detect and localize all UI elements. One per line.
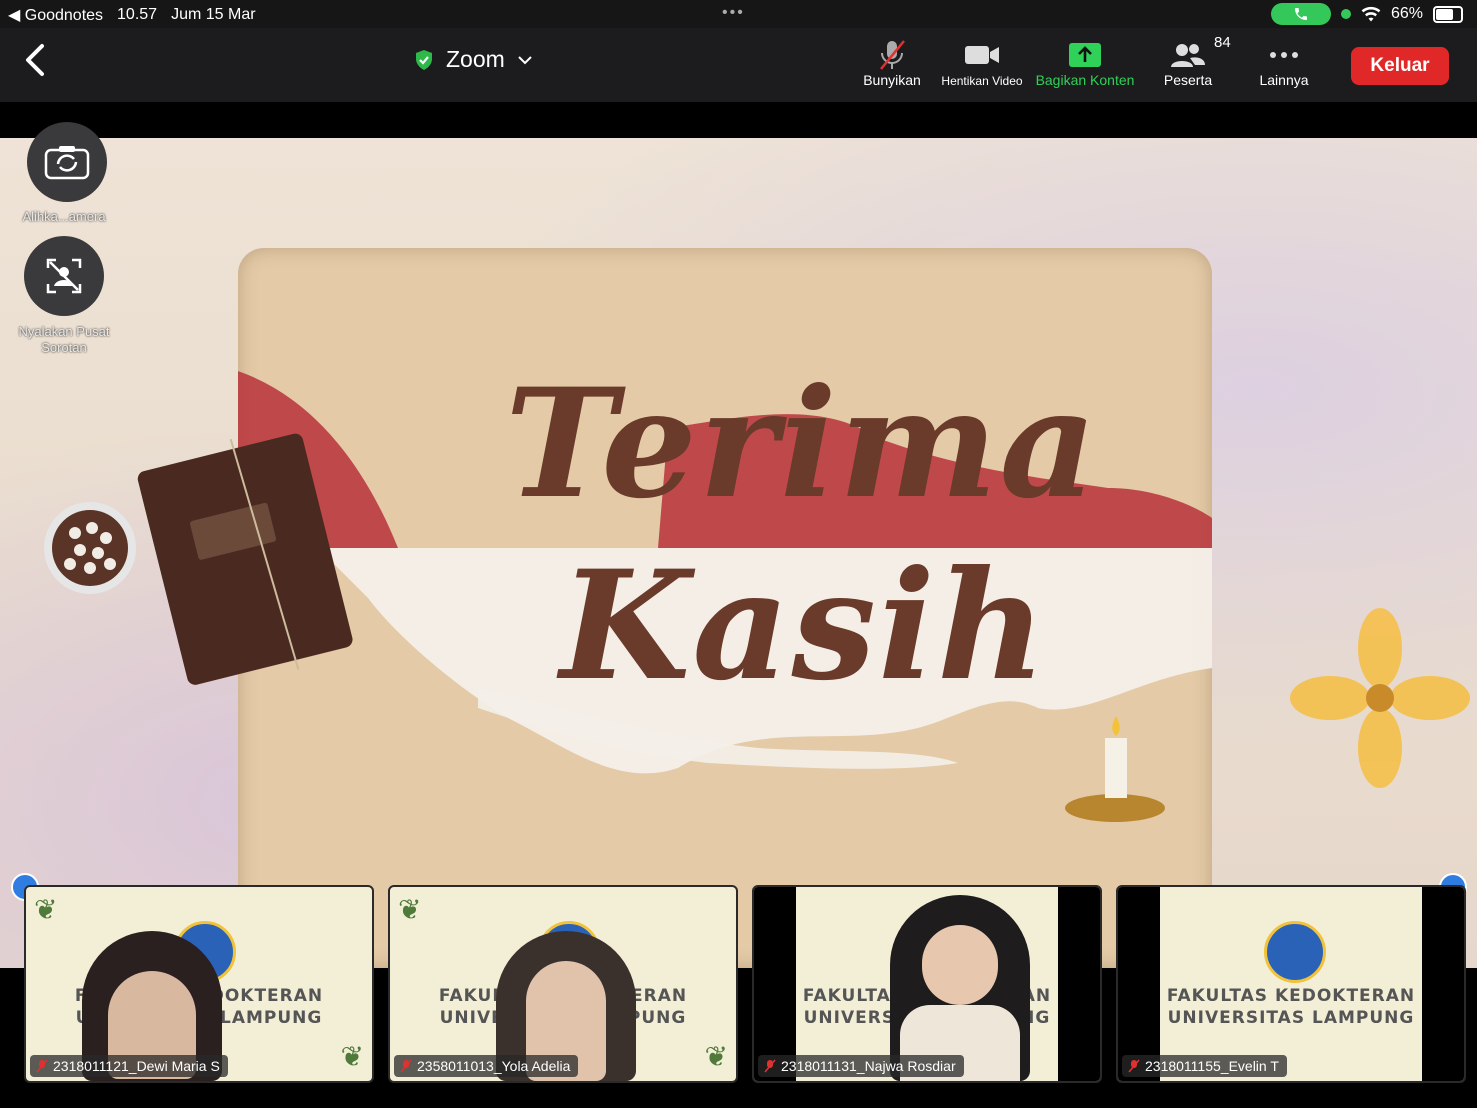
unmute-label: Bunyikan <box>863 72 921 88</box>
participant-video <box>890 895 1030 1081</box>
stop-video-button[interactable]: Hentikan Video <box>934 38 1030 96</box>
background-banner: FAKULTAS KEDOKTERANUNIVERSITAS LAMPUNG <box>1166 986 1416 1028</box>
letterbox-left <box>754 887 796 1081</box>
meeting-toolbar: Bunyikan Hentikan Video Bagikan Konten 8… <box>850 34 1332 96</box>
mic-muted-icon <box>764 1059 776 1073</box>
shared-slide: Terima Kasih <box>0 138 1477 968</box>
leaf-decoration-icon: ❦ <box>34 894 58 925</box>
participant-strip: ❦ ❦ FAKULTAS KEDOKTERANUNIVERSITAS LAMPU… <box>24 885 1466 1083</box>
participant-name: 2318011155_Evelin T <box>1145 1058 1279 1074</box>
switch-camera-button[interactable] <box>27 122 107 202</box>
spotlight-label: Nyalakan Pusat Sorotan <box>18 324 110 355</box>
active-call-pill[interactable] <box>1270 3 1331 25</box>
camera-in-use-indicator <box>1340 9 1351 19</box>
mic-muted-icon <box>880 40 905 70</box>
participants-count: 84 <box>1214 34 1231 51</box>
chevron-down-icon <box>518 55 532 64</box>
more-label: Lainnya <box>1259 72 1309 88</box>
share-content-label: Bagikan Konten <box>1035 72 1135 88</box>
participant-tile[interactable]: ❦ ❦ FAKULTAS KEDOKTERANUNIVERSITAS LAMPU… <box>388 885 738 1083</box>
slide-title-line-2: Kasih <box>560 538 1049 714</box>
spotlight-off-icon <box>46 258 82 294</box>
more-dots-icon <box>1270 52 1298 58</box>
spotlight-button[interactable] <box>24 236 104 316</box>
shield-check-icon <box>416 49 432 70</box>
switch-camera-label: Alihka...amera <box>22 209 106 224</box>
battery-icon <box>1433 5 1463 23</box>
participant-name-tag: 2318011155_Evelin T <box>1122 1055 1287 1077</box>
flower-decoration <box>1290 608 1470 788</box>
leaf-decoration-icon: ❦ <box>340 1041 364 1072</box>
status-bar: ◀ Goodnotes 10.57 Jum 15 Mar ••• 66% <box>0 0 1477 28</box>
leaf-decoration-icon: ❦ <box>704 1041 728 1072</box>
participant-name-tag: 2318011131_Najwa Rosdiar <box>758 1055 964 1077</box>
participant-tile[interactable]: FAKULTAS KEDOKTERANUNIVERSITAS LAMPUNG 2… <box>1116 885 1466 1083</box>
participants-label: Peserta <box>1163 72 1213 88</box>
meeting-title: Zoom <box>446 46 505 72</box>
more-button[interactable]: Lainnya <box>1236 38 1332 96</box>
share-content-button[interactable]: Bagikan Konten <box>1030 38 1140 96</box>
status-time: 10.57 <box>117 6 158 23</box>
back-chevron-icon[interactable] <box>22 42 50 78</box>
video-camera-icon <box>965 46 999 64</box>
participant-name-tag: 2358011013_Yola Adelia <box>394 1055 579 1077</box>
letterbox-left <box>1118 887 1160 1081</box>
letterbox-right <box>1058 887 1100 1081</box>
leave-button[interactable]: Keluar <box>1351 47 1449 85</box>
participants-icon <box>1171 44 1205 67</box>
back-to-app-link[interactable]: ◀ Goodnotes <box>8 5 103 25</box>
meeting-top-bar: Zoom Bunyikan Hentikan Video Bagikan Kon… <box>0 28 1477 102</box>
battery-percent: 66% <box>1390 5 1423 22</box>
meeting-title-dropdown[interactable]: Zoom <box>414 46 533 73</box>
book-decoration <box>137 433 353 685</box>
university-logo <box>1264 921 1326 983</box>
stop-video-label: Hentikan Video <box>941 74 1023 88</box>
mic-muted-icon <box>400 1059 412 1073</box>
share-screen-icon <box>1069 43 1101 67</box>
mic-muted-icon <box>36 1059 48 1073</box>
unmute-button[interactable]: Bunyikan <box>850 38 934 96</box>
multitask-dots-icon[interactable]: ••• <box>722 4 745 22</box>
participant-name: 2318011121_Dewi Maria S <box>53 1058 220 1074</box>
meeting-stage: Terima Kasih Alihka...amera Nyalakan Pus… <box>0 102 1477 1108</box>
mic-muted-icon <box>1128 1059 1140 1073</box>
wifi-icon <box>1361 6 1381 22</box>
cocoa-mug-decoration <box>44 502 136 594</box>
switch-camera-icon <box>44 146 90 180</box>
slide-title-line-1: Terima <box>505 356 1099 532</box>
participant-tile[interactable]: FAKULTAS KEDOKTERANUNIVERSITAS LAMPUNG 2… <box>752 885 1102 1083</box>
participant-name: 2318011131_Najwa Rosdiar <box>781 1058 956 1074</box>
phone-icon <box>1294 8 1307 20</box>
leaf-decoration-icon: ❦ <box>398 894 422 925</box>
participants-button[interactable]: 84 Peserta <box>1140 34 1236 96</box>
candle-decoration <box>1065 716 1165 822</box>
participant-name-tag: 2318011121_Dewi Maria S <box>30 1055 228 1077</box>
letterbox-right <box>1422 887 1464 1081</box>
participant-name: 2358011013_Yola Adelia <box>417 1058 571 1074</box>
status-date: Jum 15 Mar <box>171 6 256 23</box>
participant-tile[interactable]: ❦ ❦ FAKULTAS KEDOKTERANUNIVERSITAS LAMPU… <box>24 885 374 1083</box>
